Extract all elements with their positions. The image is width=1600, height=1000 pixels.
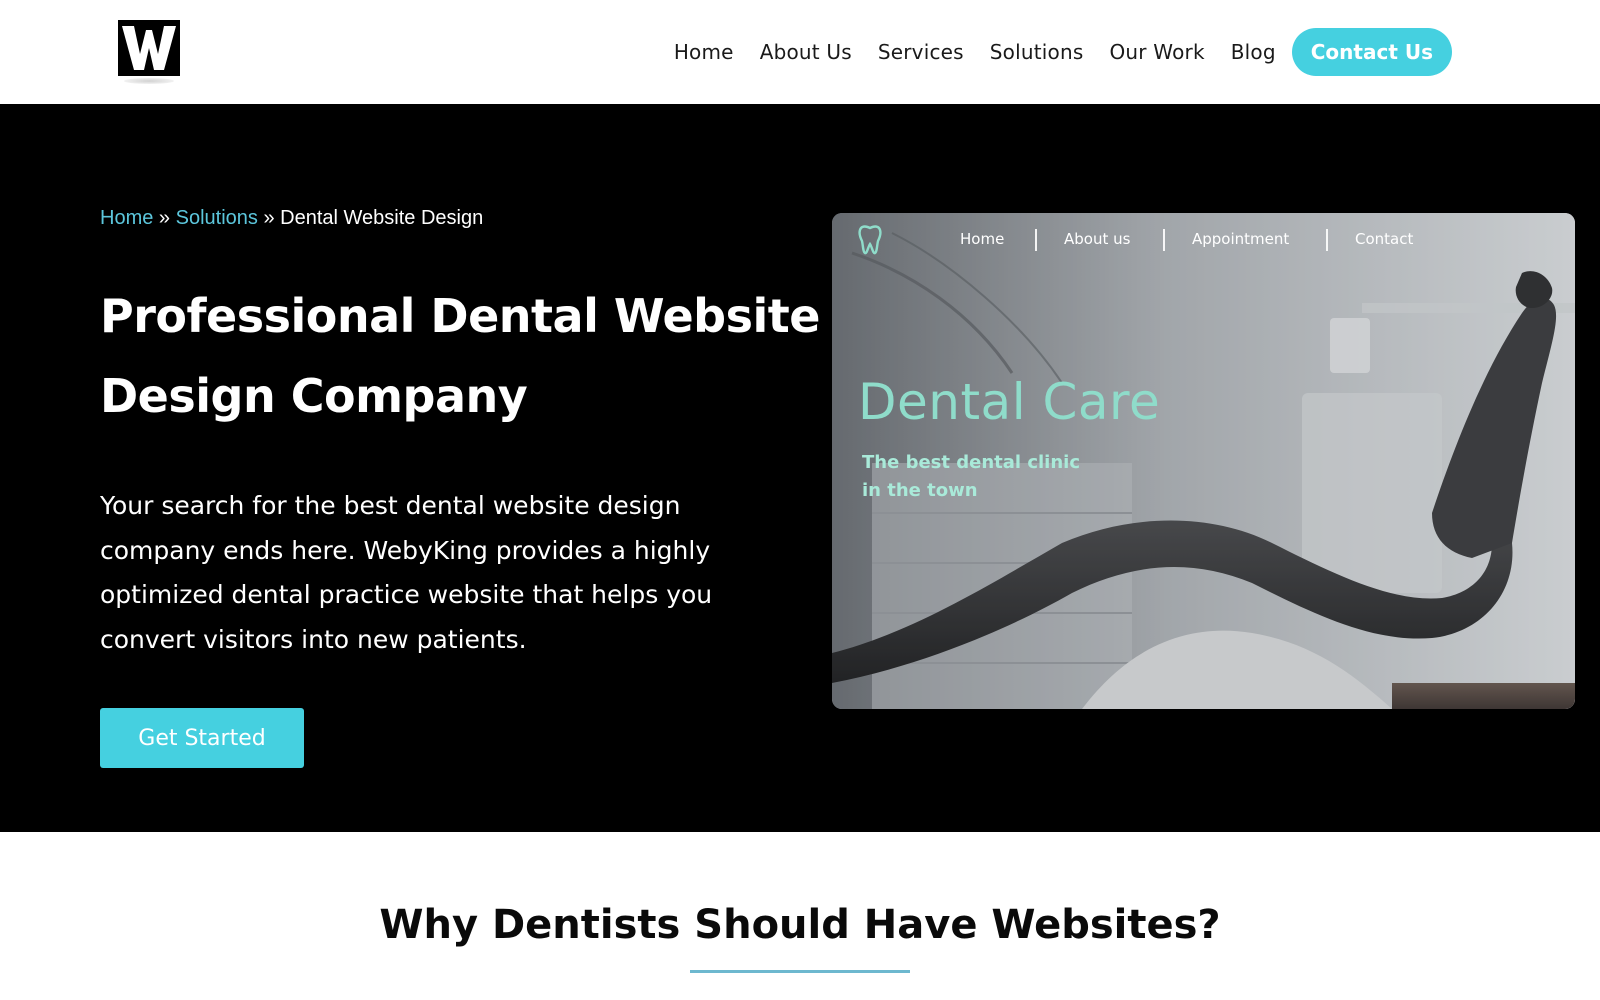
section-title: Why Dentists Should Have Websites? — [379, 902, 1221, 948]
nav-about-us[interactable]: About Us — [760, 40, 852, 64]
main-nav: Home About Us Services Solutions Our Wor… — [674, 28, 1452, 76]
hero-section: Home » Solutions » Dental Website Design… — [0, 104, 1600, 832]
preview-title: Dental Care — [858, 373, 1161, 431]
breadcrumb-separator: » — [153, 207, 176, 229]
preview-nav-appointment[interactable]: Appointment — [1192, 230, 1289, 248]
preview-nav-divider — [1163, 229, 1165, 251]
contact-us-button[interactable]: Contact Us — [1291, 28, 1452, 76]
hero-description: Your search for the best dental website … — [100, 491, 713, 654]
nav-solutions[interactable]: Solutions — [990, 40, 1084, 64]
nav-blog[interactable]: Blog — [1231, 40, 1276, 64]
site-header: Home About Us Services Solutions Our Wor… — [0, 0, 1600, 104]
nav-our-work[interactable]: Our Work — [1109, 40, 1204, 64]
breadcrumb: Home » Solutions » Dental Website Design — [100, 207, 483, 230]
site-logo[interactable] — [118, 20, 180, 84]
why-dentists-section: Why Dentists Should Have Websites? — [0, 832, 1600, 1000]
preview-nav-divider — [1326, 229, 1328, 251]
logo-shadow — [124, 78, 174, 84]
preview-nav-about[interactable]: About us — [1064, 230, 1130, 248]
breadcrumb-separator: » — [257, 207, 281, 229]
preview-nav-contact[interactable]: Contact — [1355, 230, 1413, 248]
preview-subtitle: The best dental clinic in the town — [862, 452, 1081, 501]
nav-services[interactable]: Services — [878, 40, 964, 64]
w-logo-icon — [118, 20, 180, 76]
tooth-icon[interactable] — [858, 225, 882, 260]
breadcrumb-home[interactable]: Home — [100, 207, 153, 229]
get-started-button[interactable]: Get Started — [100, 708, 304, 768]
breadcrumb-current: Dental Website Design — [280, 207, 484, 229]
preview-nav-home[interactable]: Home — [960, 230, 1004, 248]
nav-home[interactable]: Home — [674, 40, 734, 64]
preview-nav-divider — [1035, 229, 1037, 251]
page-title: Professional Dental Website Design Compa… — [100, 289, 820, 423]
breadcrumb-solutions[interactable]: Solutions — [176, 207, 258, 229]
section-title-underline — [690, 970, 910, 973]
dental-website-preview: Home About us Appointment Contact Dental… — [832, 213, 1575, 709]
